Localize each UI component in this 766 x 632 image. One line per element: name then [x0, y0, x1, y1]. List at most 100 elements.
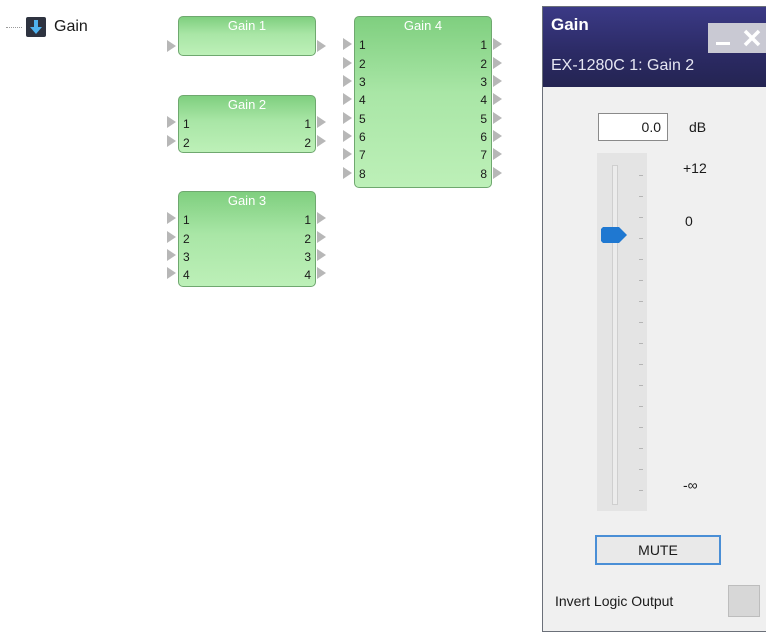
fader-tick — [639, 217, 643, 218]
input-pin-label: 5 — [359, 112, 366, 126]
window-buttons — [708, 23, 766, 53]
input-pin-label: 4 — [359, 93, 366, 107]
tree-item-gain[interactable]: Gain — [6, 12, 88, 42]
fader-min-label: -∞ — [683, 477, 698, 493]
input-pin[interactable] — [167, 267, 176, 279]
fader-tick — [639, 322, 643, 323]
block-title: Gain 2 — [227, 97, 267, 112]
input-pin[interactable] — [343, 130, 352, 142]
fader-tick — [639, 301, 643, 302]
gain-block-3[interactable]: Gain 3 1 2 3 4 1 2 3 4 — [178, 191, 316, 287]
fader-tick — [639, 364, 643, 365]
tree-item-label: Gain — [54, 18, 88, 35]
fader-tick — [639, 196, 643, 197]
gain-unit-label: dB — [689, 119, 707, 135]
output-pin[interactable] — [317, 267, 326, 279]
fader-tick — [639, 238, 643, 239]
input-pin[interactable] — [343, 75, 352, 87]
gain-fader[interactable] — [597, 153, 647, 511]
output-pin[interactable] — [493, 112, 502, 124]
output-pin[interactable] — [317, 116, 326, 128]
gain-block-2[interactable]: Gain 2 1 2 1 2 — [178, 95, 316, 153]
output-pin-label: 3 — [304, 250, 311, 264]
block-title: Gain 1 — [227, 18, 267, 33]
input-pin[interactable] — [343, 57, 352, 69]
block-title: Gain 4 — [403, 18, 443, 33]
fader-zero-label: 0 — [685, 213, 693, 229]
output-pin[interactable] — [317, 135, 326, 147]
output-pin[interactable] — [493, 75, 502, 87]
input-pin[interactable] — [343, 112, 352, 124]
fader-tick — [639, 259, 643, 260]
mute-button[interactable]: MUTE — [595, 535, 721, 565]
output-pin-label: 2 — [304, 136, 311, 150]
gain-block-4[interactable]: Gain 4 1 2 3 4 5 6 7 8 1 2 3 4 5 6 7 8 — [354, 16, 492, 188]
input-pin-label: 4 — [183, 268, 190, 282]
input-pin[interactable] — [167, 249, 176, 261]
fader-tick — [639, 385, 643, 386]
input-pin-label: 3 — [183, 250, 190, 264]
input-pin-label: 2 — [359, 57, 366, 71]
block-title: Gain 3 — [227, 193, 267, 208]
output-pin-label: 8 — [480, 167, 487, 181]
input-pin-label: 1 — [183, 117, 190, 131]
output-pin-label: 1 — [480, 38, 487, 52]
input-pin-label: 6 — [359, 130, 366, 144]
output-pin-label: 4 — [480, 93, 487, 107]
panel-subtitle: EX-1280C 1: Gain 2 — [551, 57, 695, 74]
close-icon[interactable] — [737, 23, 766, 53]
fader-handle[interactable] — [601, 227, 627, 243]
output-pin-label: 7 — [480, 148, 487, 162]
input-pin[interactable] — [167, 212, 176, 224]
input-pin-label: 8 — [359, 167, 366, 181]
output-pin[interactable] — [317, 212, 326, 224]
output-pin[interactable] — [317, 40, 326, 52]
input-pin[interactable] — [167, 231, 176, 243]
panel-header[interactable]: Gain EX-1280C 1: Gain 2 — [543, 7, 766, 87]
output-pin-label: 1 — [304, 213, 311, 227]
panel-title: Gain — [551, 15, 589, 34]
fader-track[interactable] — [612, 165, 618, 505]
output-pin[interactable] — [493, 167, 502, 179]
minimize-icon[interactable] — [708, 23, 737, 53]
output-pin[interactable] — [493, 93, 502, 105]
output-pin[interactable] — [317, 231, 326, 243]
input-pin[interactable] — [167, 116, 176, 128]
input-pin[interactable] — [343, 148, 352, 160]
fader-tick — [639, 280, 643, 281]
input-pin[interactable] — [167, 40, 176, 52]
output-pin[interactable] — [493, 148, 502, 160]
gain-level-input[interactable] — [598, 113, 668, 141]
invert-logic-checkbox[interactable] — [728, 585, 760, 617]
invert-logic-label: Invert Logic Output — [555, 593, 674, 609]
output-pin-label: 3 — [480, 75, 487, 89]
input-pin-label: 2 — [183, 136, 190, 150]
fader-tick — [639, 490, 643, 491]
output-pin-label: 2 — [480, 57, 487, 71]
output-pin-label: 6 — [480, 130, 487, 144]
input-pin-label: 1 — [183, 213, 190, 227]
input-pin[interactable] — [343, 167, 352, 179]
output-pin-label: 2 — [304, 232, 311, 246]
gain-block-1[interactable]: Gain 1 — [178, 16, 316, 56]
output-pin[interactable] — [493, 38, 502, 50]
fader-tick — [639, 343, 643, 344]
output-pin[interactable] — [493, 57, 502, 69]
fader-tick — [639, 448, 643, 449]
input-pin-label: 2 — [183, 232, 190, 246]
fader-tick — [639, 427, 643, 428]
gain-control-panel: Gain EX-1280C 1: Gain 2 dB +12 0 -∞ MUTE… — [542, 6, 766, 632]
fader-tick — [639, 175, 643, 176]
input-pin-label: 3 — [359, 75, 366, 89]
fader-max-label: +12 — [683, 160, 707, 176]
output-pin[interactable] — [317, 249, 326, 261]
input-pin[interactable] — [167, 135, 176, 147]
fader-tick — [639, 406, 643, 407]
input-pin[interactable] — [343, 38, 352, 50]
input-pin-label: 7 — [359, 148, 366, 162]
input-pin[interactable] — [343, 93, 352, 105]
tree-connector — [6, 26, 22, 28]
output-pin-label: 5 — [480, 112, 487, 126]
input-pin-label: 1 — [359, 38, 366, 52]
output-pin[interactable] — [493, 130, 502, 142]
